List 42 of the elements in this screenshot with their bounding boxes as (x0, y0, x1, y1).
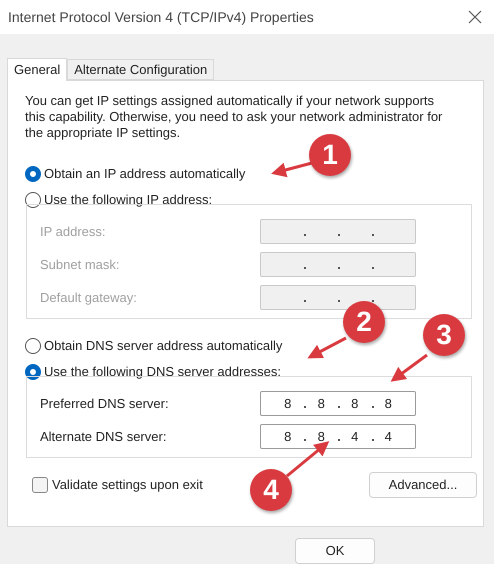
field-label: Default gateway: (40, 290, 137, 305)
radio-label: Use the following DNS server addresses: (44, 364, 281, 380)
radio-button[interactable] (25, 364, 41, 380)
close-icon[interactable] (468, 10, 482, 24)
octet-separator (372, 438, 374, 441)
field-label: IP address: (40, 224, 106, 239)
radio-button[interactable] (25, 338, 41, 354)
arrow (390, 354, 428, 382)
checkbox-label: Validate settings upon exit (52, 477, 203, 492)
checkbox[interactable] (32, 476, 48, 493)
octet-separator (304, 438, 306, 441)
ok-button[interactable]: OK (295, 538, 375, 564)
octet-separator (304, 266, 306, 269)
radio-button[interactable] (25, 166, 41, 182)
octet-separator (372, 300, 374, 302)
octet-separator (304, 234, 306, 236)
advanced-button[interactable]: Advanced... (369, 472, 477, 498)
octet-separator (338, 406, 340, 408)
octet-separator (338, 300, 340, 302)
radio-label: Obtain DNS server address automatically (44, 338, 282, 354)
octet-separator (338, 266, 340, 269)
octet-separator (372, 406, 374, 408)
arrow (271, 162, 312, 178)
tab[interactable]: Alternate Configuration (67, 58, 214, 80)
octet-separator (338, 438, 340, 441)
octet-separator (372, 266, 374, 269)
radio-button[interactable] (25, 192, 41, 208)
octet-separator (338, 234, 340, 236)
radio-label: Use the following IP address: (44, 192, 212, 208)
field-label: Subnet mask: (40, 256, 120, 272)
window-title: Internet Protocol Version 4 (TCP/IPv4) Properties (8, 8, 314, 25)
octet-separator (304, 300, 306, 302)
ip-address-field[interactable]: 8 8 8 8 (260, 390, 416, 416)
radio-label: Obtain an IP address automatically (44, 166, 246, 182)
octet-separator (372, 234, 374, 236)
field-label: Preferred DNS server: (40, 396, 169, 411)
arrow (286, 441, 330, 478)
arrow (307, 336, 347, 358)
ip-address-field[interactable]: 8 8 4 4 (260, 424, 416, 449)
tab[interactable]: General (7, 58, 68, 81)
octet-separator (304, 406, 306, 408)
field-label: Alternate DNS server: (40, 428, 166, 444)
